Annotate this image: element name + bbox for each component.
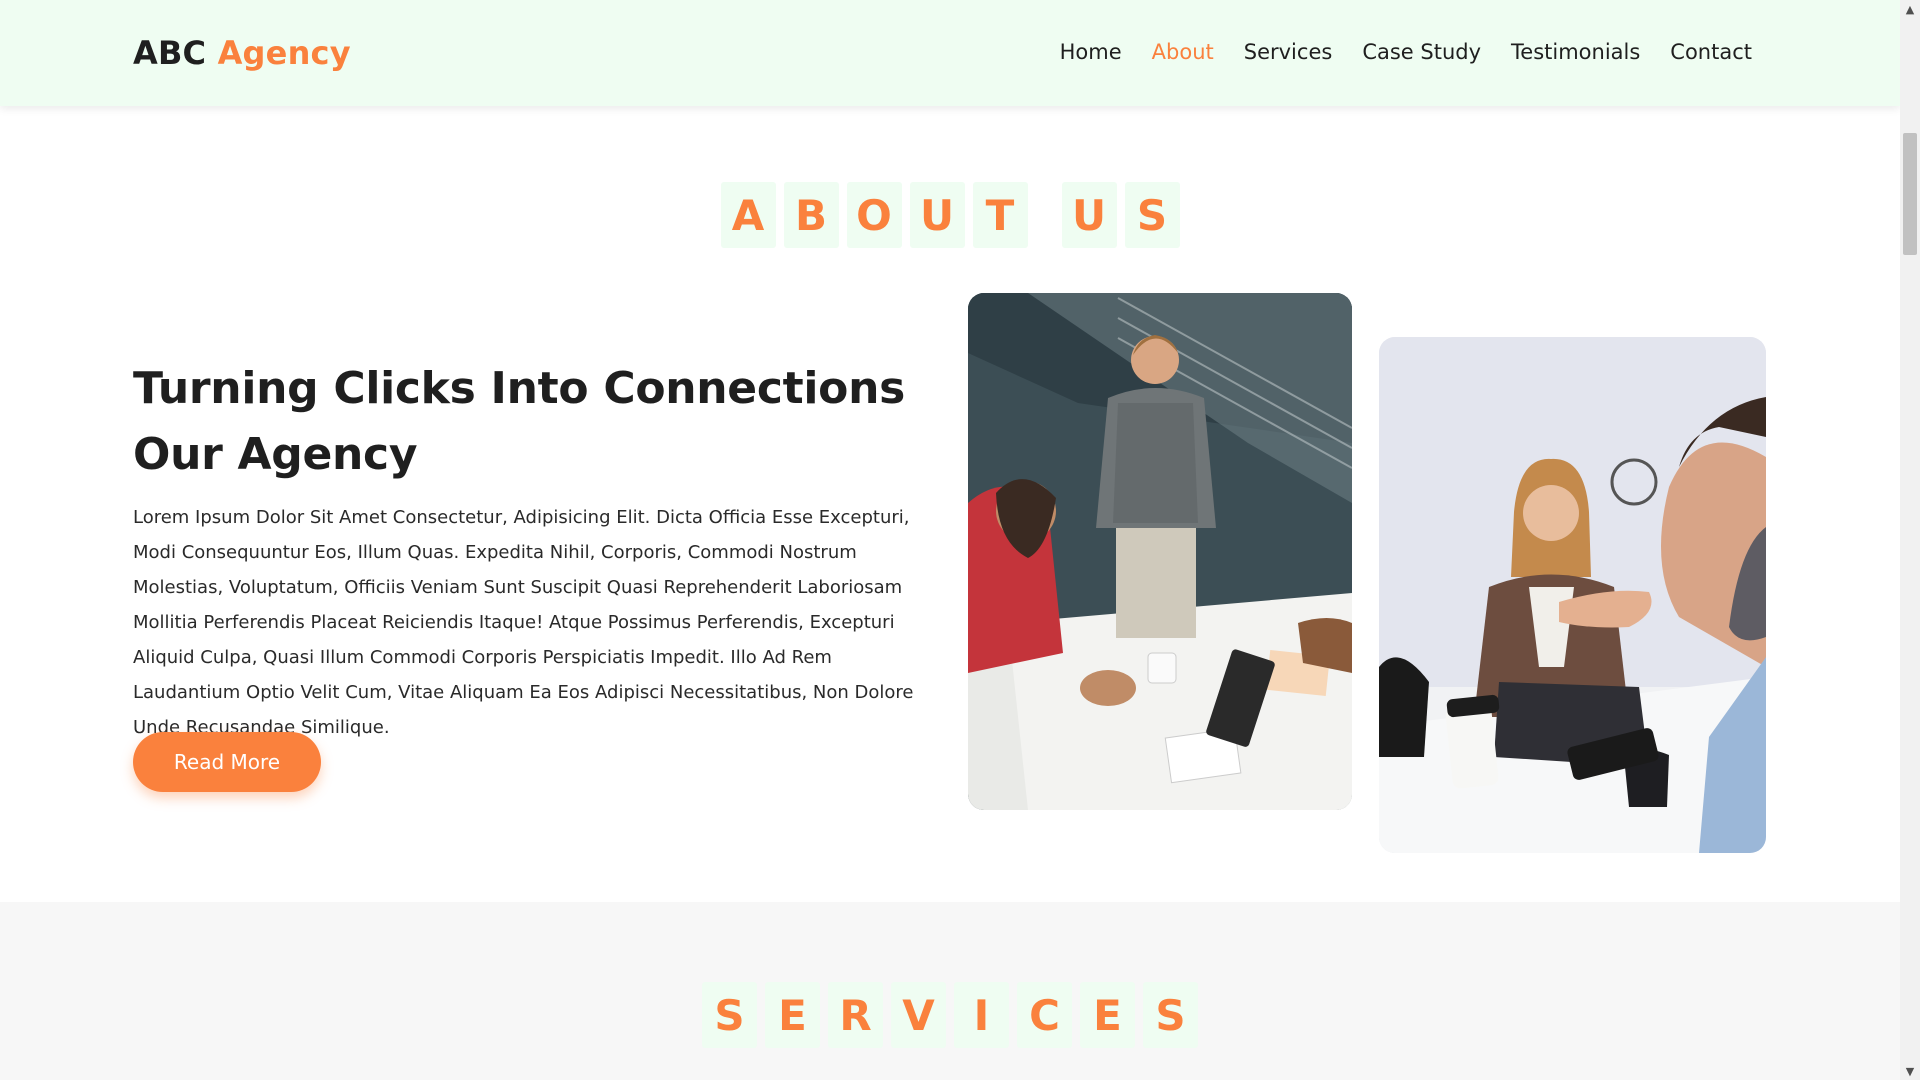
title-letter: T [972,182,1028,248]
nav-link-contact[interactable]: Contact [1670,40,1752,64]
services-section-title: S E R V I C E S [0,982,1900,1048]
main-nav: Home About Services Case Study Testimoni… [1060,40,1752,64]
page: ABC Agency Home About Services Case Stud… [0,0,1900,1080]
triangle-down-icon[interactable]: ▼ [1900,1062,1920,1080]
about-heading: Turning Clicks Into Connections Our Agen… [133,363,905,480]
team-meeting-photo [968,293,1352,810]
title-letter: I [954,982,1009,1048]
nav-link-testimonials[interactable]: Testimonials [1511,40,1640,64]
nav-link-about[interactable]: About [1152,40,1214,64]
title-letter: O [846,182,902,248]
scrollbar-thumb[interactable] [1903,133,1917,255]
nav-link-case-study[interactable]: Case Study [1362,40,1481,64]
nav-link-home[interactable]: Home [1060,40,1122,64]
client-meeting-photo [1379,337,1766,853]
title-letter: S [1124,182,1180,248]
triangle-up-icon[interactable]: ▲ [1900,0,1920,18]
logo[interactable]: ABC Agency [133,34,351,72]
title-letter: V [891,982,946,1048]
title-letter: B [783,182,839,248]
logo-text-accent: Agency [217,34,351,72]
title-letter: A [720,182,776,248]
title-letter: S [1143,982,1198,1048]
client-meeting-illustration [1379,337,1766,853]
title-letter-gap [1032,182,1058,248]
page-scrollbar[interactable]: ▲ ▼ [1900,0,1920,1080]
title-letter: U [1061,182,1117,248]
title-letter: R [828,982,883,1048]
nav-link-services[interactable]: Services [1244,40,1333,64]
title-letter: E [765,982,820,1048]
title-letter: U [909,182,965,248]
read-more-button[interactable]: Read More [133,732,321,792]
about-description: Lorem Ipsum Dolor Sit Amet Consectetur, … [133,507,914,738]
site-header: ABC Agency Home About Services Case Stud… [0,0,1900,106]
title-letter: C [1017,982,1072,1048]
title-letter: S [702,982,757,1048]
title-letter: E [1080,982,1135,1048]
about-section-title: A B O U T U S [0,182,1900,248]
team-meeting-illustration [968,293,1352,810]
logo-text-primary: ABC [133,34,207,72]
